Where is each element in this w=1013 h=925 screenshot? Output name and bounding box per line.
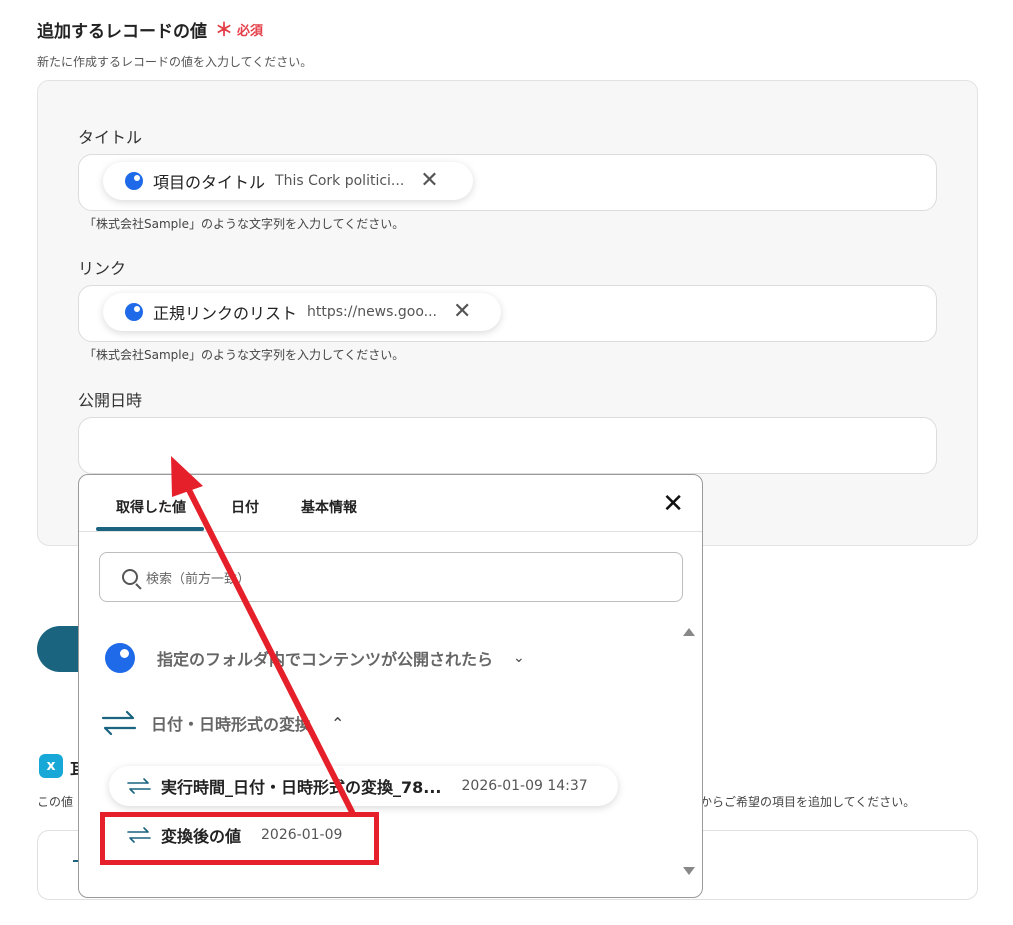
tab-basic-info[interactable]: 基本情報	[301, 497, 357, 517]
section-title-text: 追加するレコードの値	[37, 21, 207, 42]
scroll-up-icon[interactable]	[683, 628, 695, 636]
annotation-highlight-box	[100, 812, 379, 865]
group-date-conversion[interactable]: 日付・日時形式の変換 ⌃	[101, 709, 344, 737]
item-name: 実行時間_日付・日時形式の変換_78...	[161, 778, 442, 797]
swap-arrows-icon	[101, 709, 137, 737]
field-hint-link: 「株式会社Sample」のような文字列を入力してください。	[84, 348, 405, 362]
chip-value: https://news.goo...	[307, 304, 438, 320]
close-icon[interactable]: ✕	[420, 170, 438, 192]
field-label-published-date: 公開日時	[78, 391, 143, 410]
swap-arrows-icon	[127, 777, 151, 795]
scroll-down-icon[interactable]	[683, 867, 695, 875]
bg-section-desc-right: からご希望の項目を追加してください。	[700, 795, 916, 809]
chevron-up-icon: ⌃	[331, 713, 345, 733]
chip-name: 正規リンクのリスト	[153, 304, 298, 323]
required-label: 必須	[237, 23, 264, 39]
blue-dot-icon	[125, 172, 143, 190]
item-value: 2026-01-09 14:37	[461, 778, 588, 794]
required-mark: ＊	[215, 20, 233, 41]
search-placeholder: 検索（前方一致）	[146, 571, 251, 587]
chip-name: 項目のタイトル	[153, 173, 266, 192]
section-title: 追加するレコードの値 ＊ 必須	[37, 16, 263, 42]
scrollbar[interactable]	[682, 620, 695, 882]
chevron-down-icon: ⌄	[513, 650, 525, 666]
blue-dot-icon	[125, 303, 143, 321]
popup-tabs: 取得した値 日付 基本情報 ✕	[79, 475, 702, 532]
link-value-chip[interactable]: 正規リンクのリスト https://news.goo... ✕	[103, 293, 501, 331]
section-description: 新たに作成するレコードの値を入力してください。	[37, 55, 313, 69]
tab-acquired-values[interactable]: 取得した値	[116, 497, 186, 517]
group-folder-published[interactable]: 指定のフォルダ内でコンテンツが公開されたら ⌄	[105, 643, 525, 673]
close-icon[interactable]: ✕	[453, 301, 471, 323]
tab-date[interactable]: 日付	[231, 497, 259, 517]
field-label-title: タイトル	[78, 128, 143, 147]
group-label: 日付・日時形式の変換	[151, 715, 312, 734]
search-icon	[122, 569, 138, 585]
active-tab-indicator	[96, 527, 204, 531]
search-input[interactable]: 検索（前方一致）	[99, 552, 683, 602]
chip-value: This Cork politici...	[275, 173, 405, 189]
item-execution-time[interactable]: 実行時間_日付・日時形式の変換_78... 2026-01-09 14:37	[109, 766, 618, 806]
field-hint-title: 「株式会社Sample」のような文字列を入力してください。	[84, 217, 405, 231]
published-date-field[interactable]	[78, 417, 937, 474]
blue-dot-icon	[105, 643, 135, 673]
group-label: 指定のフォルダ内でコンテンツが公開されたら	[157, 650, 494, 669]
app-icon: x	[39, 754, 63, 778]
bg-section-desc-left: この値	[37, 795, 74, 809]
field-label-link: リンク	[78, 259, 127, 278]
close-icon[interactable]: ✕	[662, 491, 684, 517]
title-value-chip[interactable]: 項目のタイトル This Cork politici... ✕	[103, 162, 473, 200]
